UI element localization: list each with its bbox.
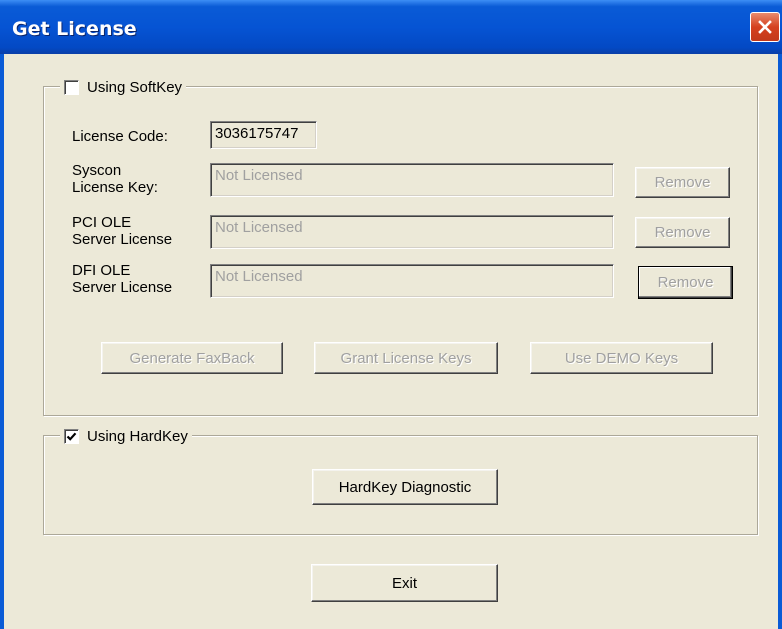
- close-button[interactable]: [750, 12, 780, 42]
- grant-license-keys-button[interactable]: Grant License Keys: [314, 342, 498, 374]
- syscon-label-line1: Syscon: [72, 162, 122, 179]
- hardkey-checkbox[interactable]: [64, 428, 79, 444]
- pci-label-line1: PCI OLE: [72, 214, 132, 231]
- syscon-remove-button[interactable]: Remove: [635, 167, 730, 198]
- use-demo-keys-button[interactable]: Use DEMO Keys: [530, 342, 713, 374]
- checkmark-icon: [66, 432, 77, 441]
- softkey-legend: Using SoftKey: [60, 78, 187, 96]
- close-icon: [758, 20, 772, 34]
- syscon-license-key-field[interactable]: Not Licensed: [210, 163, 614, 197]
- generate-faxback-button[interactable]: Generate FaxBack: [101, 342, 283, 374]
- hardkey-diagnostic-button[interactable]: HardKey Diagnostic: [312, 469, 498, 505]
- dfi-label-line1: DFI OLE: [72, 262, 131, 279]
- hardkey-checkbox-label[interactable]: Using HardKey: [87, 428, 188, 445]
- dfi-label-line2: Server License: [72, 279, 173, 296]
- window-title: Get License: [12, 18, 137, 40]
- syscon-license-key-label: Syscon License Key:: [72, 162, 158, 196]
- license-code-field: 3036175747: [210, 121, 317, 149]
- pci-remove-button[interactable]: Remove: [635, 217, 730, 248]
- hardkey-legend: Using HardKey: [60, 427, 192, 445]
- pci-label-line2: Server License: [72, 231, 173, 248]
- dfi-ole-server-license-label: DFI OLE Server License: [72, 262, 172, 296]
- get-license-dialog: Get License Using SoftKey License Code: …: [0, 0, 782, 629]
- exit-button[interactable]: Exit: [311, 564, 498, 602]
- dfi-ole-server-license-field[interactable]: Not Licensed: [210, 264, 614, 298]
- syscon-label-line2: License Key:: [72, 179, 158, 196]
- pci-ole-server-license-field[interactable]: Not Licensed: [210, 215, 614, 249]
- softkey-checkbox-label[interactable]: Using SoftKey: [87, 79, 182, 96]
- title-bar[interactable]: Get License: [0, 0, 782, 54]
- softkey-checkbox[interactable]: [64, 79, 79, 95]
- dfi-remove-button[interactable]: Remove: [638, 266, 733, 299]
- license-code-label: License Code:: [72, 128, 168, 145]
- pci-ole-server-license-label: PCI OLE Server License: [72, 214, 172, 248]
